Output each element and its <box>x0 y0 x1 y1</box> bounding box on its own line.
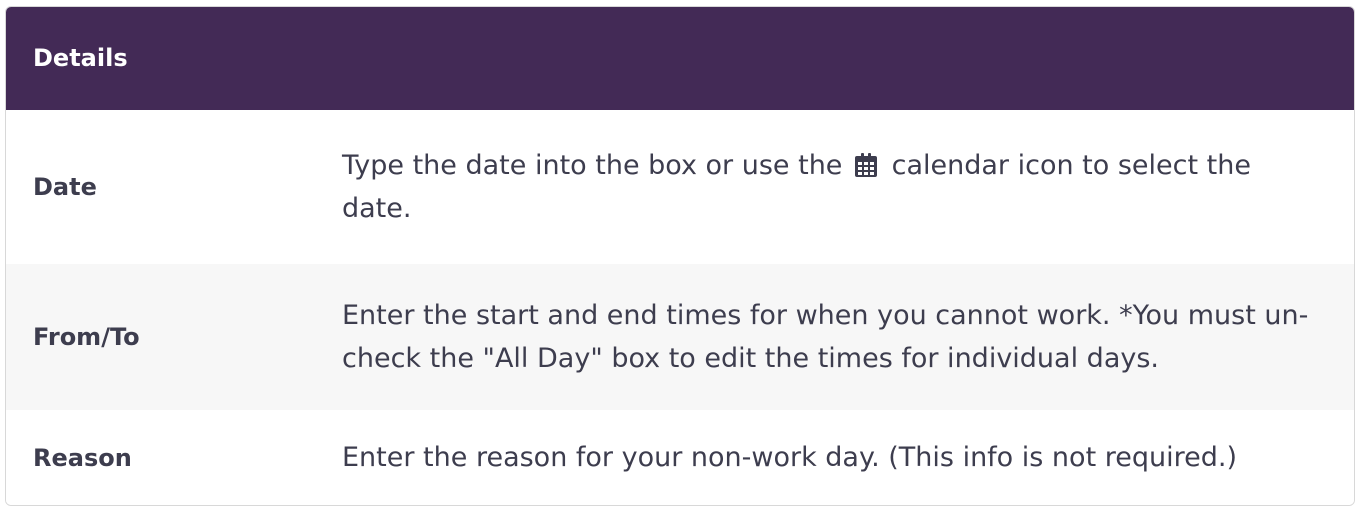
table-row-from-to: From/To Enter the start and end times fo… <box>6 264 1354 410</box>
details-table: Details Date Type the date into the box … <box>5 6 1355 506</box>
table-header: Details <box>6 7 1354 110</box>
row-label: From/To <box>33 323 140 351</box>
table-row-date: Date Type the date into the box or use t… <box>6 110 1354 264</box>
table-row-reason: Reason Enter the reason for your non-wor… <box>6 410 1354 505</box>
calendar-icon <box>855 152 878 177</box>
row-description: Enter the start and end times for when y… <box>342 299 1309 374</box>
description-text-before: Type the date into the box or use the <box>342 149 843 181</box>
row-description: Enter the reason for your non-work day. … <box>342 441 1237 473</box>
row-label: Reason <box>33 443 132 472</box>
header-title: Details <box>33 43 128 72</box>
row-description: Type the date into the box or use the ca… <box>342 144 1354 230</box>
row-label: Date <box>33 173 97 201</box>
